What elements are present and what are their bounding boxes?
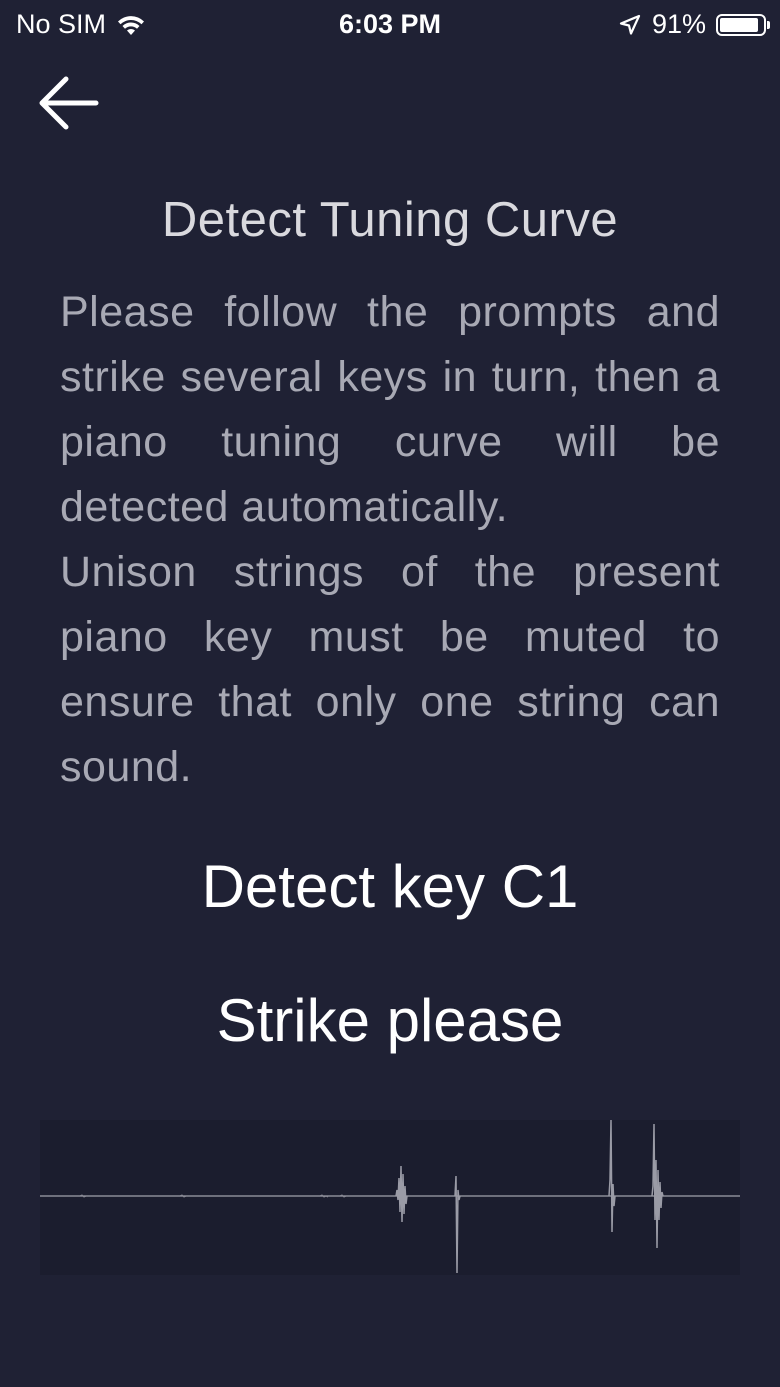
waveform-spike-2 xyxy=(454,1175,461,1274)
status-bar: No SIM 6:03 PM 91% xyxy=(0,0,780,52)
arrow-left-icon xyxy=(39,76,99,130)
location-arrow-icon xyxy=(619,14,641,35)
battery-fill xyxy=(720,17,759,32)
waveform-spike-3 xyxy=(608,1119,616,1233)
battery-percent: 91% xyxy=(651,9,706,39)
waveform-burst-1 xyxy=(395,1165,408,1223)
detect-key-label: Detect key C1 xyxy=(201,853,579,920)
status-right: 91% xyxy=(618,9,770,40)
back-button[interactable] xyxy=(36,70,102,136)
instruction-paragraph-1: Please follow the prompts and strike sev… xyxy=(60,288,720,531)
battery-icon xyxy=(716,13,770,36)
page-title: Detect Tuning Curve xyxy=(161,193,619,247)
waveform-burst-4 xyxy=(651,1123,664,1249)
instruction-paragraph-2: Unison strings of the present piano key … xyxy=(60,548,720,791)
instructions-text: Please follow the prompts and strike sev… xyxy=(60,280,720,800)
audio-waveform xyxy=(40,1119,740,1275)
strike-prompt: Strike please xyxy=(216,987,564,1054)
waveform-graph xyxy=(40,1119,740,1274)
